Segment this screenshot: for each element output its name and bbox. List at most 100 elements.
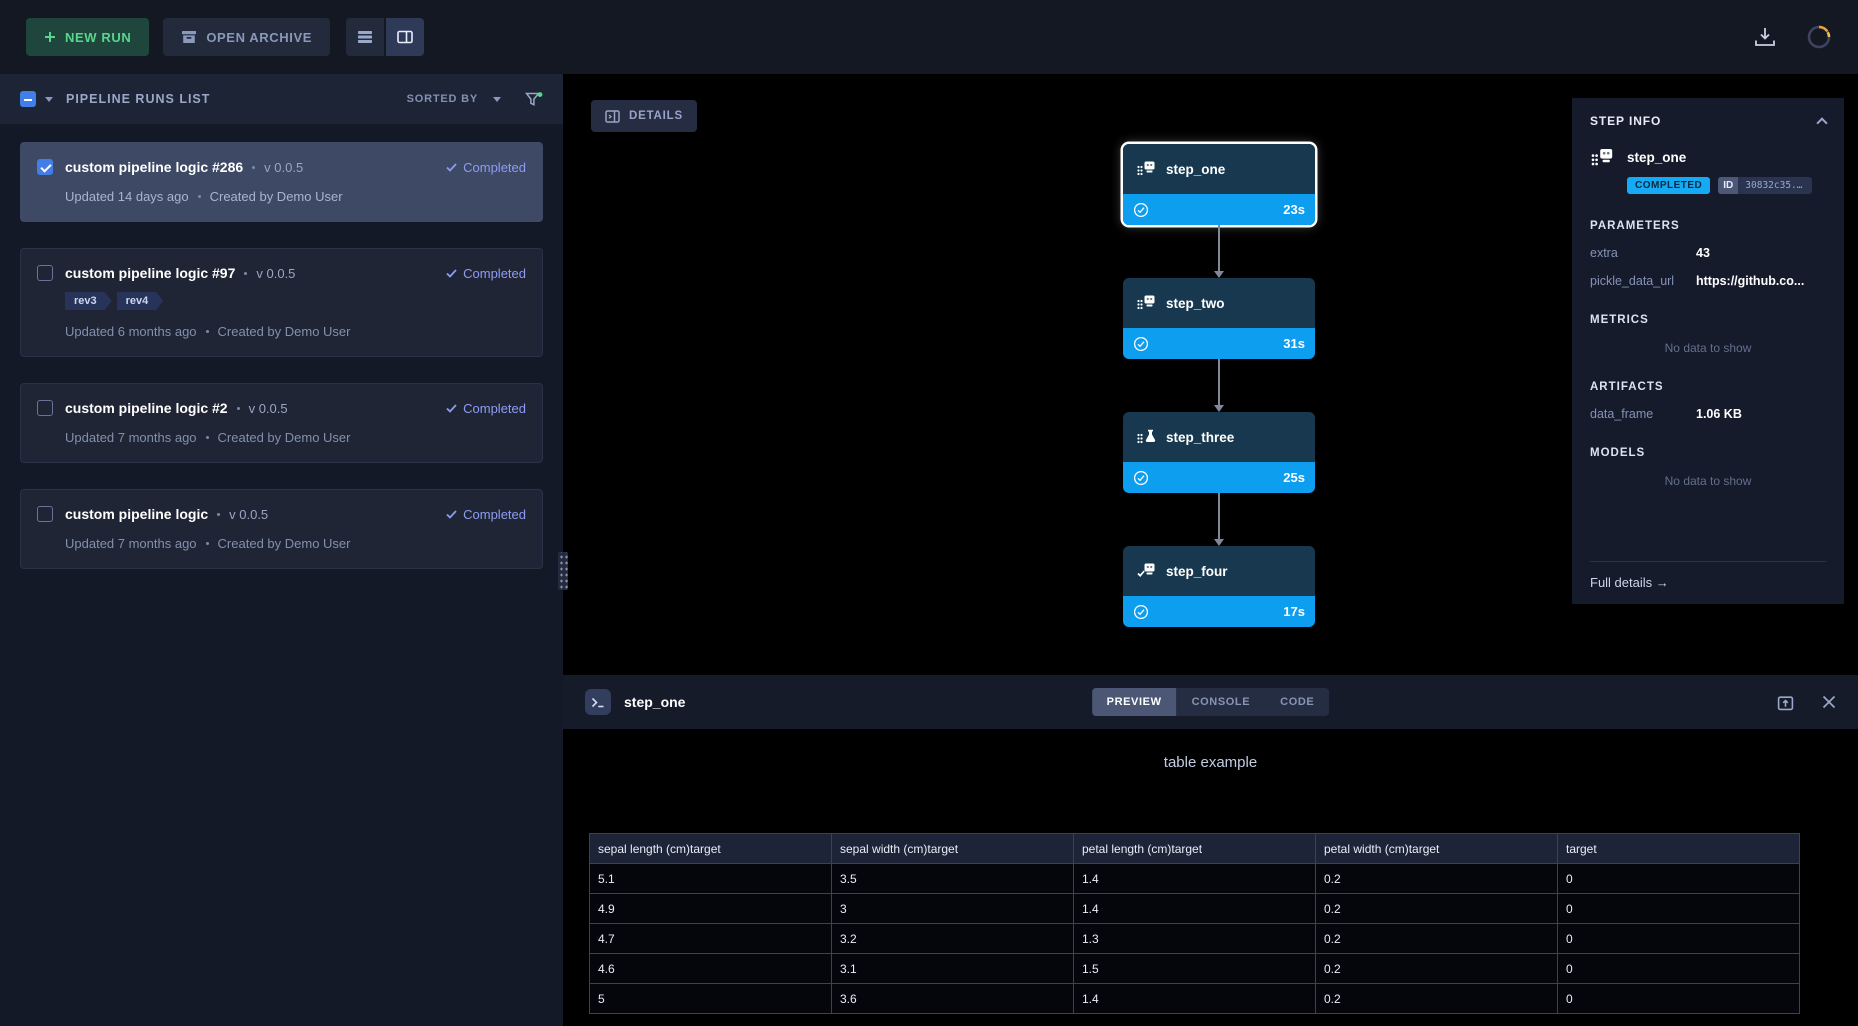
download-button[interactable] <box>1754 27 1776 47</box>
run-card[interactable]: custom pipeline logic #2 v 0.0.5 Complet… <box>20 383 543 463</box>
node-name: step_four <box>1166 564 1228 579</box>
preview-content: table example sepal length (cm)target se… <box>563 729 1858 1026</box>
completed-check-icon <box>1133 336 1149 352</box>
popout-icon <box>1777 694 1794 711</box>
step-info-panel: STEP INFO step_one COMPLETED <box>1572 98 1844 604</box>
run-status-badge: Completed <box>446 507 526 522</box>
filter-button[interactable] <box>525 92 543 107</box>
run-checkbox[interactable] <box>37 506 53 522</box>
table-cell: 0.2 <box>1316 924 1558 954</box>
run-card[interactable]: custom pipeline logic #286 v 0.0.5 Compl… <box>20 142 543 222</box>
run-creator: Created by Demo User <box>218 324 351 339</box>
run-checkbox[interactable] <box>37 159 53 175</box>
open-archive-label: OPEN ARCHIVE <box>206 30 312 45</box>
run-status-label: Completed <box>463 160 526 175</box>
panel-resize-handle[interactable] <box>558 552 568 590</box>
sorted-by-dropdown[interactable]: SORTED BY <box>407 93 501 105</box>
selection-menu-caret-icon[interactable] <box>45 97 53 102</box>
tag[interactable]: rev4 <box>117 292 164 310</box>
check-icon <box>446 510 457 519</box>
node-duration: 23s <box>1283 202 1305 217</box>
table-cell: 0 <box>1558 954 1800 984</box>
run-card[interactable]: custom pipeline logic v 0.0.5 Completed … <box>20 489 543 569</box>
check-icon <box>446 404 457 413</box>
open-archive-button[interactable]: OPEN ARCHIVE <box>163 18 330 56</box>
run-status-badge: Completed <box>446 266 526 281</box>
run-card-top: custom pipeline logic #2 v 0.0.5 Complet… <box>37 400 526 416</box>
run-card[interactable]: custom pipeline logic #97 v 0.0.5 Comple… <box>20 248 543 357</box>
tab-code[interactable]: CODE <box>1265 688 1329 716</box>
table-cell: 1.4 <box>1074 864 1316 894</box>
split-view-icon <box>397 30 413 44</box>
table-header-cell: petal length (cm)target <box>1074 834 1316 864</box>
close-button[interactable] <box>1822 695 1836 709</box>
run-meta: Updated 14 days ago Created by Demo User <box>65 189 526 204</box>
full-details-link[interactable]: Full details → <box>1590 561 1826 590</box>
run-title: custom pipeline logic <box>65 506 208 522</box>
pipeline-node-step-one[interactable]: step_one 23s <box>1123 144 1315 225</box>
split-view-toggle[interactable] <box>386 18 424 56</box>
pipeline-node-step-two[interactable]: step_two 31s <box>1123 278 1315 359</box>
run-meta: Updated 7 months ago Created by Demo Use… <box>65 430 526 445</box>
parameters-section-title: PARAMETERS <box>1590 220 1826 232</box>
id-badge[interactable]: ID 30832c35... <box>1718 177 1812 194</box>
table-view-toggle[interactable] <box>346 18 384 56</box>
artifact-label: data_frame <box>1590 407 1696 421</box>
node-header: step_two <box>1123 278 1315 328</box>
chevron-down-icon <box>493 97 501 102</box>
terminal-icon <box>585 689 611 715</box>
preview-table-title: table example <box>563 754 1858 771</box>
step-name: step_one <box>1627 150 1686 165</box>
run-checkbox[interactable] <box>37 400 53 416</box>
step-icon <box>1136 295 1156 311</box>
table-cell: 3.1 <box>832 954 1074 984</box>
run-status-label: Completed <box>463 507 526 522</box>
tab-console[interactable]: CONSOLE <box>1177 688 1266 716</box>
run-updated: Updated 6 months ago <box>65 324 197 339</box>
dag-canvas[interactable]: DETAILS step_one <box>563 74 1858 675</box>
check-icon <box>446 163 457 172</box>
tab-preview[interactable]: PREVIEW <box>1092 688 1177 716</box>
table-row: 4.6 3.1 1.5 0.2 0 <box>590 954 1800 984</box>
step-icon <box>1590 148 1614 168</box>
table-row: 4.9 3 1.4 0.2 0 <box>590 894 1800 924</box>
select-all-checkbox[interactable] <box>20 91 36 107</box>
table-cell: 0 <box>1558 984 1800 1014</box>
run-updated: Updated 14 days ago <box>65 189 189 204</box>
new-run-button[interactable]: NEW RUN <box>26 18 149 56</box>
preview-header: step_one PREVIEW CONSOLE CODE <box>563 675 1858 729</box>
parameter-row: extra 43 <box>1590 246 1826 260</box>
separator-dot <box>237 407 240 410</box>
parameter-label: pickle_data_url <box>1590 274 1696 288</box>
pipeline-node-step-four[interactable]: step_four 17s <box>1123 546 1315 627</box>
table-cell: 0 <box>1558 864 1800 894</box>
tag[interactable]: rev3 <box>65 292 112 310</box>
node-name: step_two <box>1166 296 1225 311</box>
usage-gauge-button[interactable] <box>1806 24 1832 50</box>
node-name: step_three <box>1166 430 1234 445</box>
table-header-row: sepal length (cm)target sepal width (cm)… <box>590 834 1800 864</box>
node-duration: 31s <box>1283 336 1305 351</box>
separator-dot <box>198 195 201 198</box>
id-badge-label: ID <box>1718 177 1738 194</box>
run-checkbox[interactable] <box>37 265 53 281</box>
sorted-by-label: SORTED BY <box>407 93 478 105</box>
view-toggle-group <box>346 18 424 56</box>
details-button[interactable]: DETAILS <box>591 100 697 132</box>
node-header: step_three <box>1123 412 1315 462</box>
separator-dot <box>206 330 209 333</box>
node-status-bar: 23s <box>1123 194 1315 225</box>
preview-table: sepal length (cm)target sepal width (cm)… <box>589 833 1800 1014</box>
table-row: 5.1 3.5 1.4 0.2 0 <box>590 864 1800 894</box>
run-version: v 0.0.5 <box>264 160 303 175</box>
pipeline-node-step-three[interactable]: step_three 25s <box>1123 412 1315 493</box>
separator-dot <box>206 436 209 439</box>
chevron-up-icon[interactable] <box>1816 117 1827 128</box>
completed-check-icon <box>1133 604 1149 620</box>
table-cell: 3.6 <box>832 984 1074 1014</box>
run-tags: rev3 rev4 <box>65 292 526 310</box>
node-header: step_one <box>1123 144 1315 194</box>
node-status-bar: 25s <box>1123 462 1315 493</box>
popout-button[interactable] <box>1777 694 1794 711</box>
run-card-top: custom pipeline logic #97 v 0.0.5 Comple… <box>37 265 526 281</box>
